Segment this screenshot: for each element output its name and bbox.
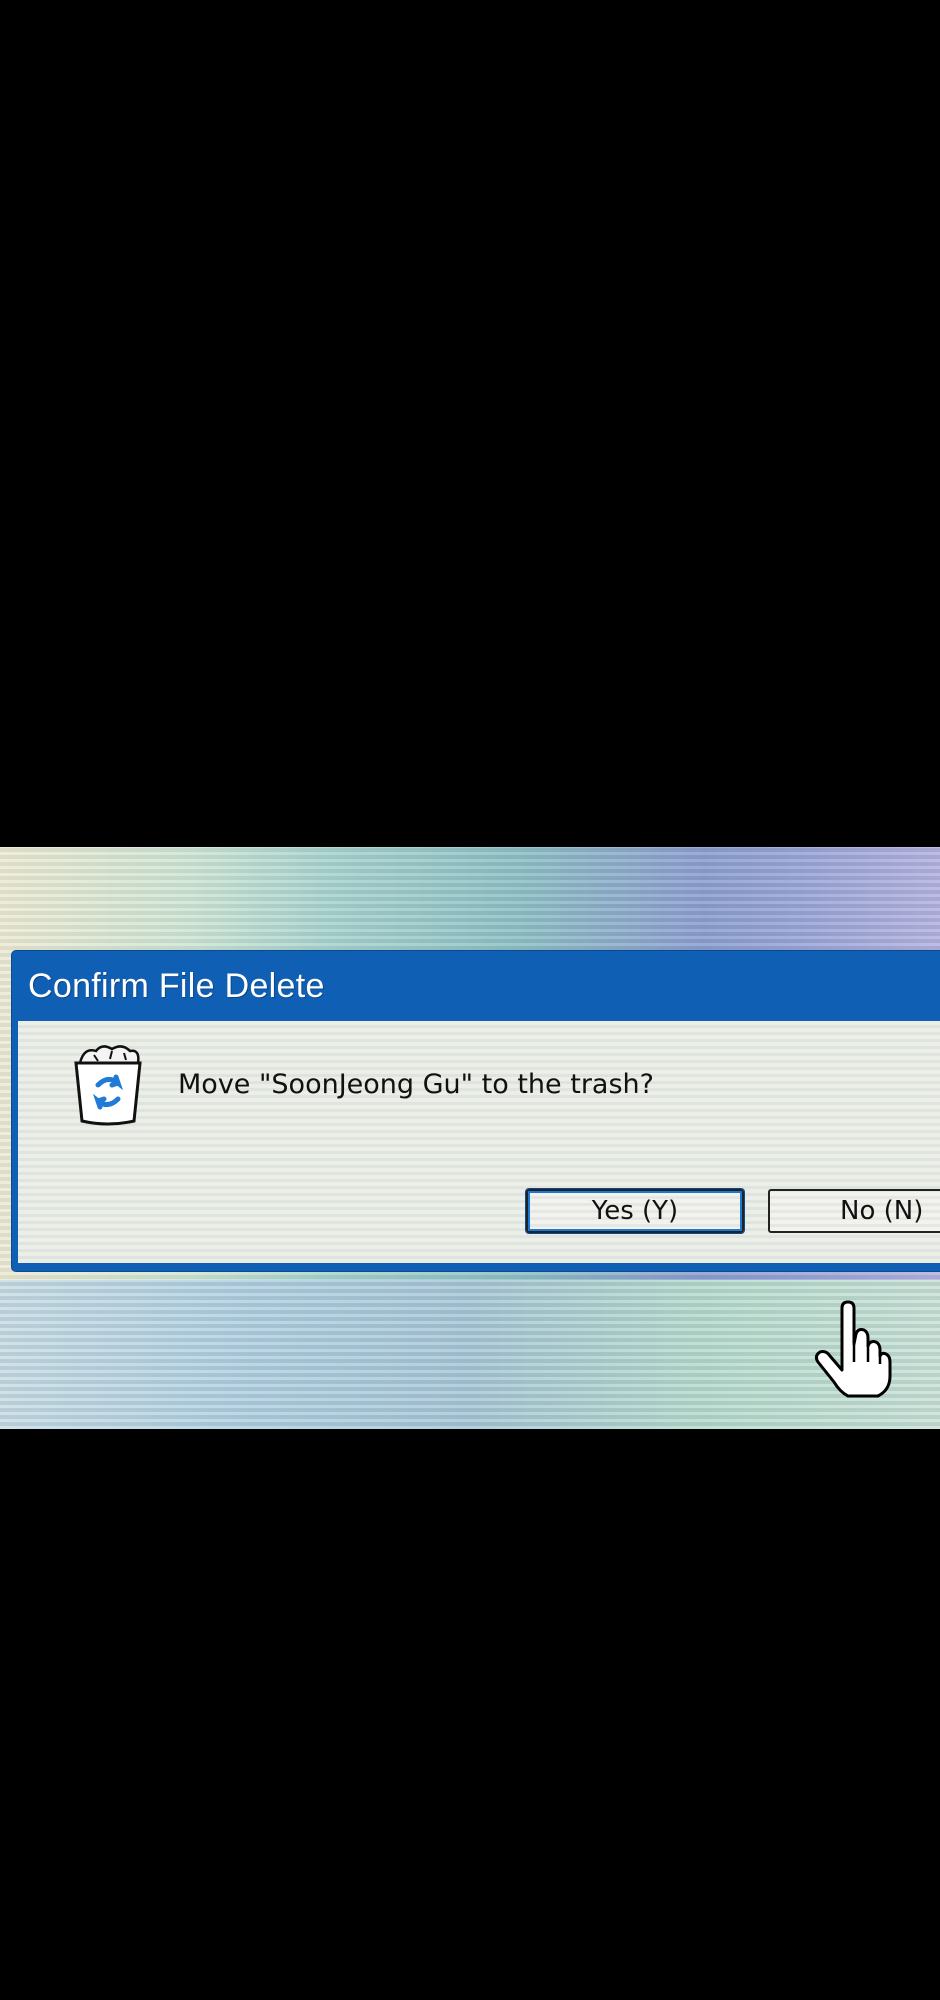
no-button[interactable]: No (N)	[768, 1189, 940, 1233]
hand-pointer-cursor-icon	[814, 1300, 892, 1398]
yes-button[interactable]: Yes (Y)	[526, 1189, 744, 1233]
yes-button-label: Yes (Y)	[591, 1196, 679, 1226]
dialog-titlebar[interactable]: Confirm File Delete	[12, 951, 940, 1021]
dialog-body: Move "SoonJeong Gu" to the trash? Yes (Y…	[18, 1021, 940, 1263]
dialog-title: Confirm File Delete	[28, 966, 325, 1005]
trash-icon	[74, 1045, 142, 1126]
screen: Confirm File Delete Move "SoonJeong Gu" …	[0, 0, 940, 2000]
desktop-background-lower	[0, 1280, 940, 1429]
dialog-message: Move "SoonJeong Gu" to the trash?	[178, 1069, 654, 1100]
confirm-dialog: Confirm File Delete Move "SoonJeong Gu" …	[12, 951, 940, 1271]
no-button-label: No (N)	[840, 1196, 924, 1226]
